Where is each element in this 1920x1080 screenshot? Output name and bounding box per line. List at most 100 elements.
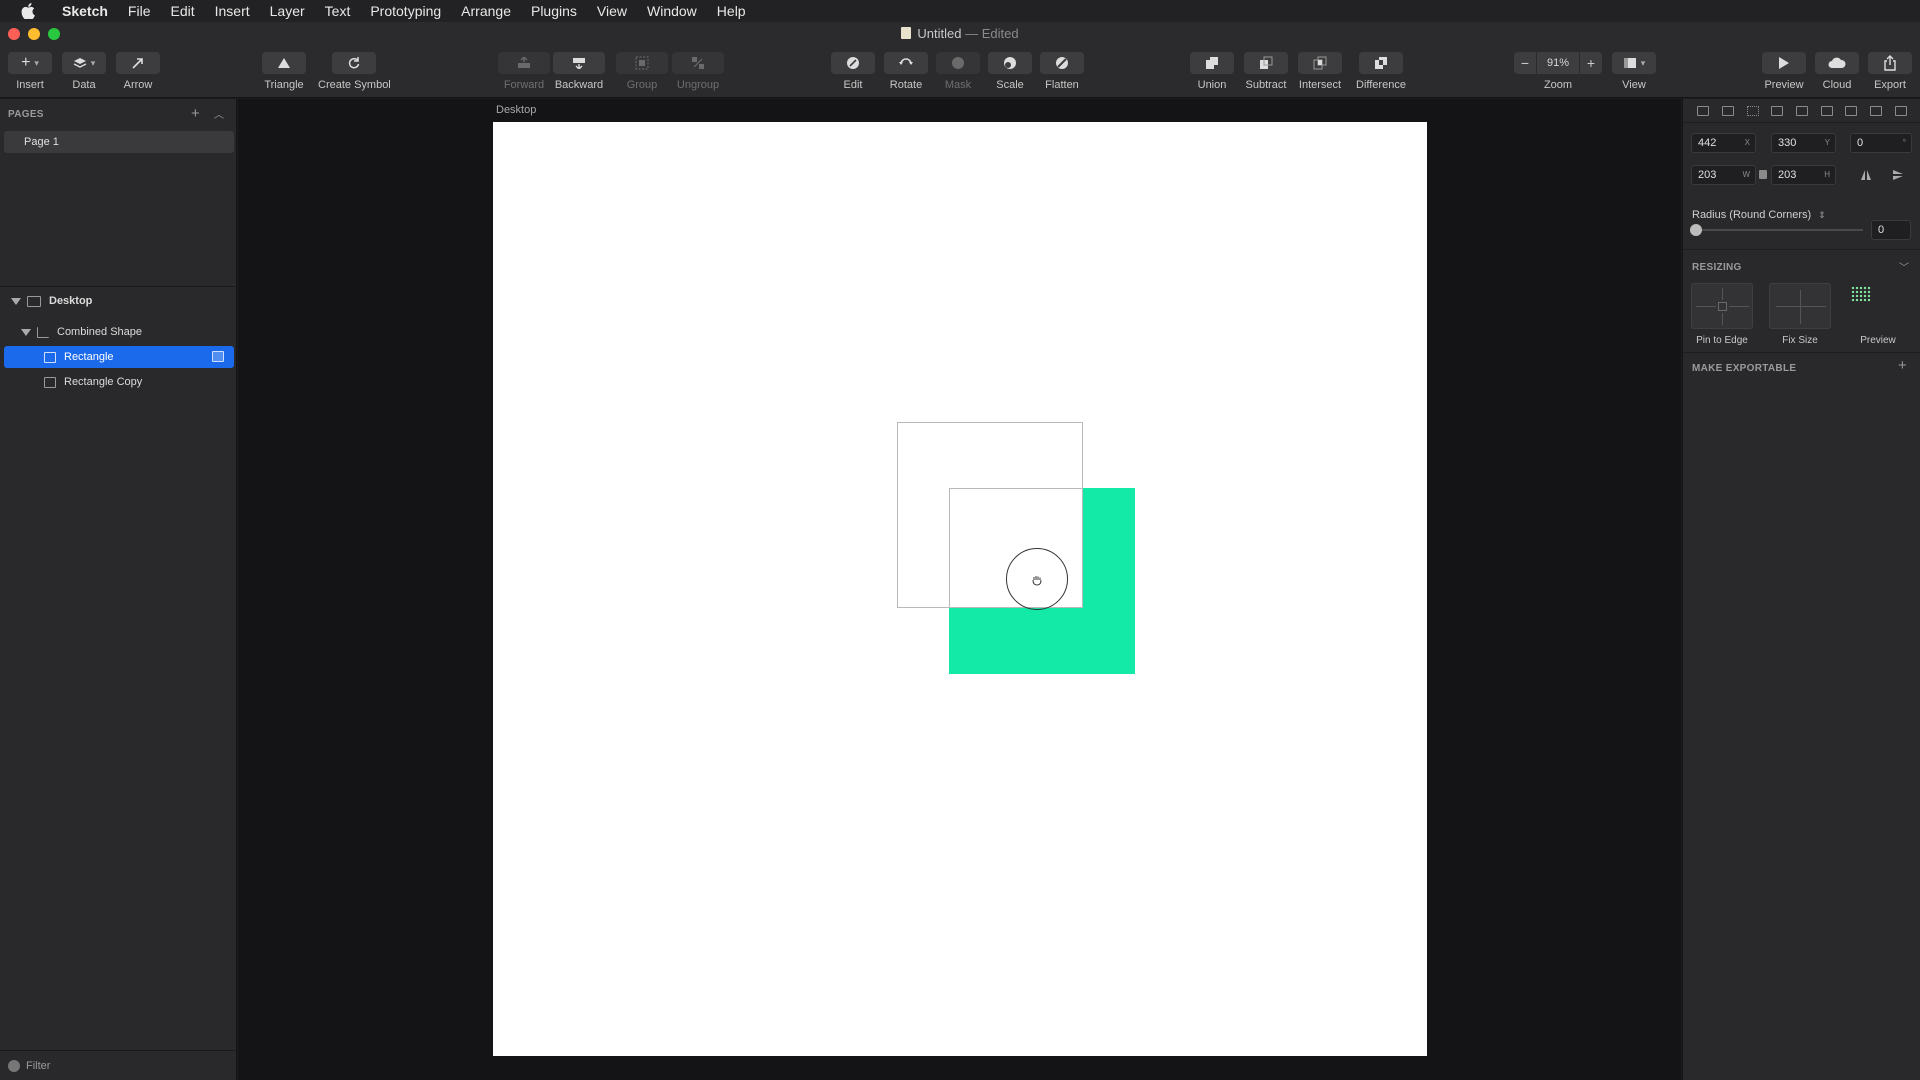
distribute-vertical-icon[interactable] bbox=[1869, 105, 1882, 116]
make-exportable-header[interactable]: MAKE EXPORTABLE bbox=[1692, 363, 1796, 374]
distribute-horizontal-icon[interactable] bbox=[1746, 105, 1759, 116]
add-page-icon[interactable]: + bbox=[191, 105, 200, 122]
menu-layer[interactable]: Layer bbox=[260, 0, 315, 22]
menu-file[interactable]: File bbox=[118, 0, 161, 22]
menu-edit[interactable]: Edit bbox=[160, 0, 204, 22]
group-tool[interactable]: Group bbox=[616, 52, 668, 91]
layer-combined-shape[interactable]: Combined Shape bbox=[4, 321, 234, 343]
zoom-out-button[interactable]: − bbox=[1514, 52, 1536, 74]
arrow-tool[interactable]: Arrow bbox=[116, 52, 160, 91]
create-symbol-button[interactable] bbox=[332, 52, 377, 74]
group-button[interactable] bbox=[616, 52, 668, 74]
menu-help[interactable]: Help bbox=[707, 0, 756, 22]
flatten-tool[interactable]: Flatten bbox=[1040, 52, 1084, 91]
zoom-in-button[interactable]: + bbox=[1580, 52, 1602, 74]
align-left-icon[interactable] bbox=[1697, 105, 1710, 116]
union-button[interactable] bbox=[1190, 52, 1234, 74]
scale-tool[interactable]: Scale bbox=[988, 52, 1032, 91]
align-bottom-icon[interactable] bbox=[1820, 105, 1833, 116]
union-tool[interactable]: Union bbox=[1190, 52, 1234, 91]
align-top-icon[interactable] bbox=[1771, 105, 1784, 116]
lock-ratio-icon[interactable] bbox=[1759, 170, 1767, 179]
data-tool[interactable]: ▾ Data bbox=[62, 52, 106, 91]
edit-button[interactable] bbox=[831, 52, 875, 74]
mask-button[interactable] bbox=[936, 52, 980, 74]
export-tool[interactable]: Export bbox=[1868, 52, 1912, 91]
cloud-button[interactable] bbox=[1815, 52, 1859, 74]
menu-app-sketch[interactable]: Sketch bbox=[52, 0, 118, 22]
menu-plugins[interactable]: Plugins bbox=[521, 0, 587, 22]
radius-slider-knob[interactable] bbox=[1690, 224, 1702, 236]
cloud-tool[interactable]: Cloud bbox=[1815, 52, 1859, 91]
view-tool[interactable]: ▾ View bbox=[1612, 52, 1656, 91]
difference-tool[interactable]: Difference bbox=[1356, 52, 1406, 91]
preview-button[interactable] bbox=[1762, 52, 1806, 74]
layer-rectangle[interactable]: Rectangle bbox=[4, 346, 234, 368]
artboard-desktop[interactable] bbox=[493, 122, 1427, 1056]
menu-insert[interactable]: Insert bbox=[205, 0, 260, 22]
align-justify-icon[interactable] bbox=[1894, 105, 1907, 116]
subtract-button[interactable] bbox=[1244, 52, 1288, 74]
align-middle-icon[interactable] bbox=[1795, 105, 1808, 116]
y-position-field[interactable]: 330 Y bbox=[1771, 133, 1836, 153]
rotate-button[interactable] bbox=[884, 52, 928, 74]
triangle-button[interactable] bbox=[262, 52, 306, 74]
scale-button[interactable] bbox=[988, 52, 1032, 74]
disclosure-triangle-icon[interactable] bbox=[11, 297, 21, 305]
data-button[interactable]: ▾ bbox=[62, 52, 106, 74]
width-field[interactable]: 203 W bbox=[1691, 165, 1756, 185]
menu-prototyping[interactable]: Prototyping bbox=[360, 0, 451, 22]
ungroup-button[interactable] bbox=[672, 52, 724, 74]
radius-label[interactable]: Radius (Round Corners) ⇕ bbox=[1692, 209, 1826, 221]
difference-button[interactable] bbox=[1358, 52, 1403, 74]
create-symbol-tool[interactable]: Create Symbol bbox=[318, 52, 391, 91]
rotation-field[interactable]: 0 ° bbox=[1850, 133, 1912, 153]
resize-preview-control[interactable] bbox=[1847, 283, 1909, 329]
radius-slider[interactable] bbox=[1690, 224, 1863, 236]
layer-rectangle-copy[interactable]: Rectangle Copy bbox=[4, 371, 234, 393]
radius-field[interactable]: 0 bbox=[1871, 220, 1911, 240]
arrow-button[interactable] bbox=[116, 52, 160, 74]
page-item-page-1[interactable]: Page 1 bbox=[4, 131, 234, 153]
disclosure-triangle-icon[interactable] bbox=[21, 328, 31, 336]
layer-artboard-desktop[interactable]: Desktop bbox=[4, 290, 234, 312]
layer-filter[interactable]: Filter bbox=[0, 1050, 237, 1080]
menu-view[interactable]: View bbox=[587, 0, 637, 22]
flip-vertical-icon[interactable] bbox=[1885, 166, 1911, 184]
align-right-icon[interactable] bbox=[1845, 105, 1858, 116]
height-field[interactable]: 203 H bbox=[1771, 165, 1836, 185]
export-button[interactable] bbox=[1868, 52, 1912, 74]
artboard-title[interactable]: Desktop bbox=[496, 104, 536, 116]
view-button[interactable]: ▾ bbox=[1612, 52, 1656, 74]
mask-tool[interactable]: Mask bbox=[936, 52, 980, 91]
rotate-tool[interactable]: Rotate bbox=[884, 52, 928, 91]
triangle-tool[interactable]: Triangle bbox=[262, 52, 306, 91]
menu-arrange[interactable]: Arrange bbox=[451, 0, 521, 22]
collapse-resizing-icon[interactable]: ﹀ bbox=[1899, 259, 1909, 274]
ungroup-tool[interactable]: Ungroup bbox=[672, 52, 724, 91]
pin-to-edge-control[interactable] bbox=[1691, 283, 1753, 329]
collapse-pages-icon[interactable]: ︿ bbox=[214, 106, 224, 121]
backward-button[interactable] bbox=[553, 52, 605, 74]
intersect-button[interactable] bbox=[1298, 52, 1342, 74]
add-export-icon[interactable]: + bbox=[1898, 357, 1907, 374]
insert-button[interactable]: + ▾ bbox=[8, 52, 52, 74]
fix-size-control[interactable] bbox=[1769, 283, 1831, 329]
menu-text[interactable]: Text bbox=[315, 0, 361, 22]
align-center-icon[interactable] bbox=[1721, 105, 1734, 116]
boolean-operation-icon[interactable] bbox=[212, 351, 224, 362]
insert-tool[interactable]: + ▾ Insert bbox=[8, 52, 52, 91]
forward-tool[interactable]: Forward bbox=[498, 52, 550, 91]
flip-horizontal-icon[interactable] bbox=[1853, 166, 1879, 184]
preview-tool[interactable]: Preview bbox=[1762, 52, 1806, 91]
forward-button[interactable] bbox=[498, 52, 550, 74]
zoom-value[interactable]: 91% bbox=[1537, 52, 1579, 74]
flatten-button[interactable] bbox=[1040, 52, 1084, 74]
menu-window[interactable]: Window bbox=[637, 0, 707, 22]
x-position-field[interactable]: 442 X bbox=[1691, 133, 1756, 153]
backward-tool[interactable]: Backward bbox=[553, 52, 605, 91]
apple-icon[interactable] bbox=[18, 0, 38, 22]
subtract-tool[interactable]: Subtract bbox=[1244, 52, 1288, 91]
edit-tool[interactable]: Edit bbox=[831, 52, 875, 91]
combined-shape-fill-bottom[interactable] bbox=[949, 607, 1135, 674]
